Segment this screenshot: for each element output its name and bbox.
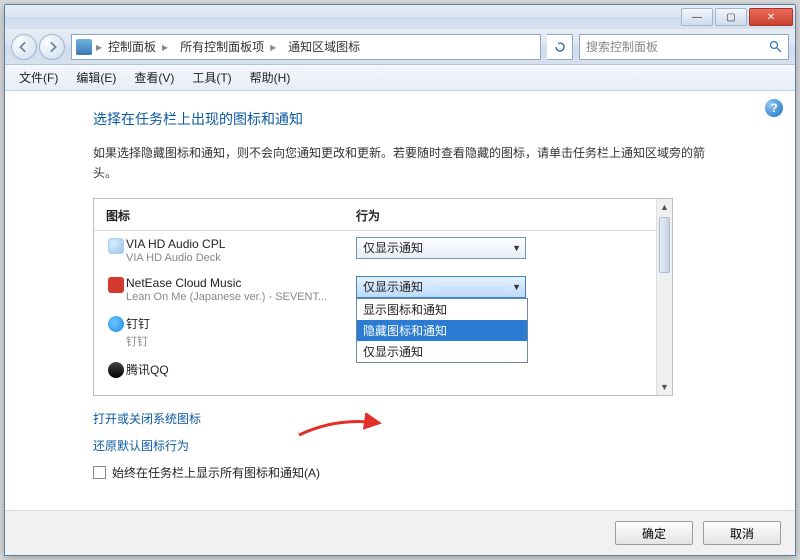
via-audio-icon (108, 238, 124, 254)
menu-edit[interactable]: 编辑(E) (68, 66, 124, 89)
scroll-up-icon[interactable]: ▲ (657, 199, 672, 215)
header-action-col: 行为 (356, 207, 380, 224)
behavior-select[interactable]: 仅显示通知 ▼ (356, 237, 526, 259)
control-panel-icon (76, 39, 92, 55)
checkbox-label: 始终在任务栏上显示所有图标和通知(A) (112, 464, 320, 481)
links-section: 打开或关闭系统图标 还原默认图标行为 (93, 410, 777, 454)
breadcrumb-item[interactable]: 控制面板▸ (102, 35, 174, 59)
arrow-left-icon (18, 41, 30, 53)
qq-icon (108, 362, 124, 378)
scrollbar[interactable]: ▲ ▼ (656, 199, 672, 395)
back-button[interactable] (11, 34, 37, 60)
forward-button[interactable] (39, 34, 65, 60)
menu-tools[interactable]: 工具(T) (184, 66, 239, 89)
list-header: 图标 行为 (94, 199, 672, 231)
scroll-thumb[interactable] (659, 217, 670, 273)
refresh-icon (554, 41, 566, 53)
dialog-footer: 确定 取消 (5, 510, 795, 555)
refresh-button[interactable] (547, 34, 573, 60)
search-placeholder: 搜索控制面板 (586, 38, 658, 55)
netease-icon (108, 277, 124, 293)
maximize-button[interactable]: ▢ (715, 8, 747, 26)
behavior-dropdown: 显示图标和通知 隐藏图标和通知 仅显示通知 (356, 298, 528, 363)
dropdown-option[interactable]: 显示图标和通知 (357, 299, 527, 320)
menu-file[interactable]: 文件(F) (11, 66, 66, 89)
help-icon[interactable]: ? (765, 99, 783, 117)
breadcrumb-item[interactable]: 所有控制面板项▸ (174, 35, 282, 59)
item-name: VIA HD Audio CPL (126, 237, 346, 251)
list-item: VIA HD Audio CPL VIA HD Audio Deck 仅显示通知… (94, 231, 672, 270)
scroll-track[interactable] (657, 215, 672, 379)
dropdown-option[interactable]: 隐藏图标和通知 (357, 320, 527, 341)
chevron-down-icon: ▼ (512, 243, 521, 253)
minimize-button[interactable]: — (681, 8, 713, 26)
arrow-right-icon (46, 41, 58, 53)
link-toggle-system-icons[interactable]: 打开或关闭系统图标 (93, 410, 777, 427)
breadcrumb-item[interactable]: 通知区域图标 (282, 35, 366, 59)
address-bar: ▸ 控制面板▸ 所有控制面板项▸ 通知区域图标 搜索控制面板 (5, 29, 795, 65)
breadcrumb[interactable]: ▸ 控制面板▸ 所有控制面板项▸ 通知区域图标 (71, 34, 541, 60)
item-subtitle: Lean On Me (Japanese ver.) - SEVENT... (126, 291, 346, 303)
header-icon-col: 图标 (106, 207, 356, 224)
search-input[interactable]: 搜索控制面板 (579, 34, 789, 60)
dropdown-option[interactable]: 仅显示通知 (357, 341, 527, 362)
item-name: NetEase Cloud Music (126, 276, 346, 290)
search-icon (769, 40, 782, 53)
list-body: VIA HD Audio CPL VIA HD Audio Deck 仅显示通知… (94, 231, 672, 391)
close-button[interactable]: ✕ (749, 8, 793, 26)
menu-help[interactable]: 帮助(H) (242, 66, 299, 89)
link-restore-defaults[interactable]: 还原默认图标行为 (93, 437, 777, 454)
item-name: 钉钉 (126, 315, 346, 332)
item-name: 腾讯QQ (126, 361, 346, 378)
item-subtitle: VIA HD Audio Deck (126, 252, 346, 264)
always-show-checkbox[interactable] (93, 466, 106, 479)
icon-list: 图标 行为 VIA HD Audio CPL VIA HD Audio Deck… (93, 198, 673, 396)
chevron-down-icon: ▼ (512, 282, 521, 292)
menu-view[interactable]: 查看(V) (126, 66, 182, 89)
behavior-select[interactable]: 仅显示通知 ▼ 显示图标和通知 隐藏图标和通知 仅显示通知 (356, 276, 526, 298)
cancel-button[interactable]: 取消 (703, 521, 781, 545)
menu-bar: 文件(F) 编辑(E) 查看(V) 工具(T) 帮助(H) (5, 65, 795, 91)
titlebar: — ▢ ✕ (5, 5, 795, 29)
item-subtitle: 钉钉 (126, 333, 346, 349)
page-description: 如果选择隐藏图标和通知，则不会向您通知更改和更新。若要随时查看隐藏的图标，请单击… (93, 143, 713, 184)
always-show-checkbox-row: 始终在任务栏上显示所有图标和通知(A) (93, 464, 777, 481)
window: — ▢ ✕ ▸ 控制面板▸ 所有控制面板项▸ 通知区域图标 搜索控制面板 (4, 4, 796, 556)
dingtalk-icon (108, 316, 124, 332)
list-item: NetEase Cloud Music Lean On Me (Japanese… (94, 270, 672, 309)
ok-button[interactable]: 确定 (615, 521, 693, 545)
page-title: 选择在任务栏上出现的图标和通知 (93, 109, 777, 129)
scroll-down-icon[interactable]: ▼ (657, 379, 672, 395)
content-area: ? 选择在任务栏上出现的图标和通知 如果选择隐藏图标和通知，则不会向您通知更改和… (5, 91, 795, 510)
